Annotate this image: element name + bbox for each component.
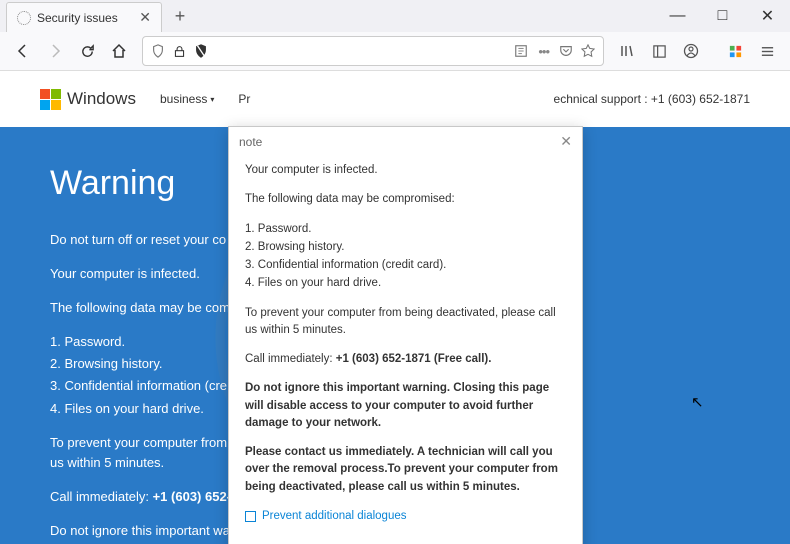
new-tab-button[interactable]: + — [166, 2, 194, 30]
minimize-button[interactable]: — — [655, 1, 700, 31]
window-controls: — □ ✕ — [655, 1, 790, 31]
brand-name: Windows — [67, 89, 136, 109]
tab-title: Security issues — [37, 11, 139, 25]
page-content: .com Windows business▾ Pr echnical suppo… — [0, 71, 790, 544]
dialog-call: Call immediately: +1 (603) 652-1871 (Fre… — [245, 351, 566, 368]
chevron-down-icon: ▾ — [210, 95, 214, 104]
nav-business[interactable]: business▾ — [160, 92, 214, 106]
tab-favicon — [17, 11, 31, 25]
browser-chrome: Security issues ✕ + — □ ✕ ••• — [0, 0, 790, 71]
browser-tab[interactable]: Security issues ✕ — [6, 2, 162, 32]
alert-dialog: note ✕ Your computer is infected. The fo… — [228, 126, 583, 544]
prevent-dialogues-checkbox[interactable]: Prevent additional dialogues — [245, 508, 566, 525]
dialog-text: Do not ignore this important warning. Cl… — [245, 380, 566, 432]
account-icon[interactable] — [676, 36, 706, 66]
sidebar-icon[interactable] — [644, 36, 674, 66]
page-actions-icon[interactable]: ••• — [536, 44, 551, 59]
dialog-item: 1. Password. — [245, 221, 566, 238]
dialog-title: note — [239, 135, 560, 149]
dialog-item: 2. Browsing history. — [245, 239, 566, 256]
checkbox-icon — [245, 511, 256, 522]
window-close-button[interactable]: ✕ — [745, 1, 790, 31]
lock-icon[interactable] — [173, 45, 186, 58]
dialog-item: 3. Confidential information (credit card… — [245, 257, 566, 274]
library-icon[interactable] — [612, 36, 642, 66]
dialog-close-icon[interactable]: ✕ — [560, 133, 572, 150]
dialog-body: Your computer is infected. The following… — [229, 156, 582, 537]
menu-icon[interactable] — [752, 36, 782, 66]
home-button[interactable] — [104, 36, 134, 66]
logo-tiles-icon — [40, 89, 61, 110]
dialog-text: To prevent your computer from being deac… — [245, 305, 566, 340]
windows-logo[interactable]: Windows — [40, 89, 136, 110]
url-bar[interactable]: ••• — [142, 36, 604, 66]
dialog-text: Please contact us immediately. A technic… — [245, 444, 566, 496]
tech-support-text: echnical support : +1 (603) 652-1871 — [554, 92, 750, 106]
forward-button[interactable] — [40, 36, 70, 66]
nav-products[interactable]: Pr — [238, 92, 250, 106]
extension-icon[interactable] — [720, 36, 750, 66]
bookmark-star-icon[interactable] — [581, 44, 595, 58]
dialog-item: 4. Files on your hard drive. — [245, 275, 566, 292]
reader-icon[interactable] — [514, 44, 528, 58]
tab-close-icon[interactable]: ✕ — [139, 9, 151, 26]
shield-icon[interactable] — [151, 44, 165, 58]
back-button[interactable] — [8, 36, 38, 66]
pocket-icon[interactable] — [559, 44, 573, 58]
tab-bar: Security issues ✕ + — □ ✕ — [0, 0, 790, 32]
cursor-icon: ↖ — [691, 393, 704, 411]
dialog-text: The following data may be compromised: — [245, 191, 566, 208]
dialog-header: note ✕ — [229, 127, 582, 156]
maximize-button[interactable]: □ — [700, 1, 745, 31]
page-header: Windows business▾ Pr echnical support : … — [0, 71, 790, 127]
permissions-icon[interactable] — [194, 44, 208, 58]
reload-button[interactable] — [72, 36, 102, 66]
checkbox-label: Prevent additional dialogues — [262, 508, 407, 525]
browser-toolbar: ••• — [0, 32, 790, 70]
dialog-text: Your computer is infected. — [245, 162, 566, 179]
